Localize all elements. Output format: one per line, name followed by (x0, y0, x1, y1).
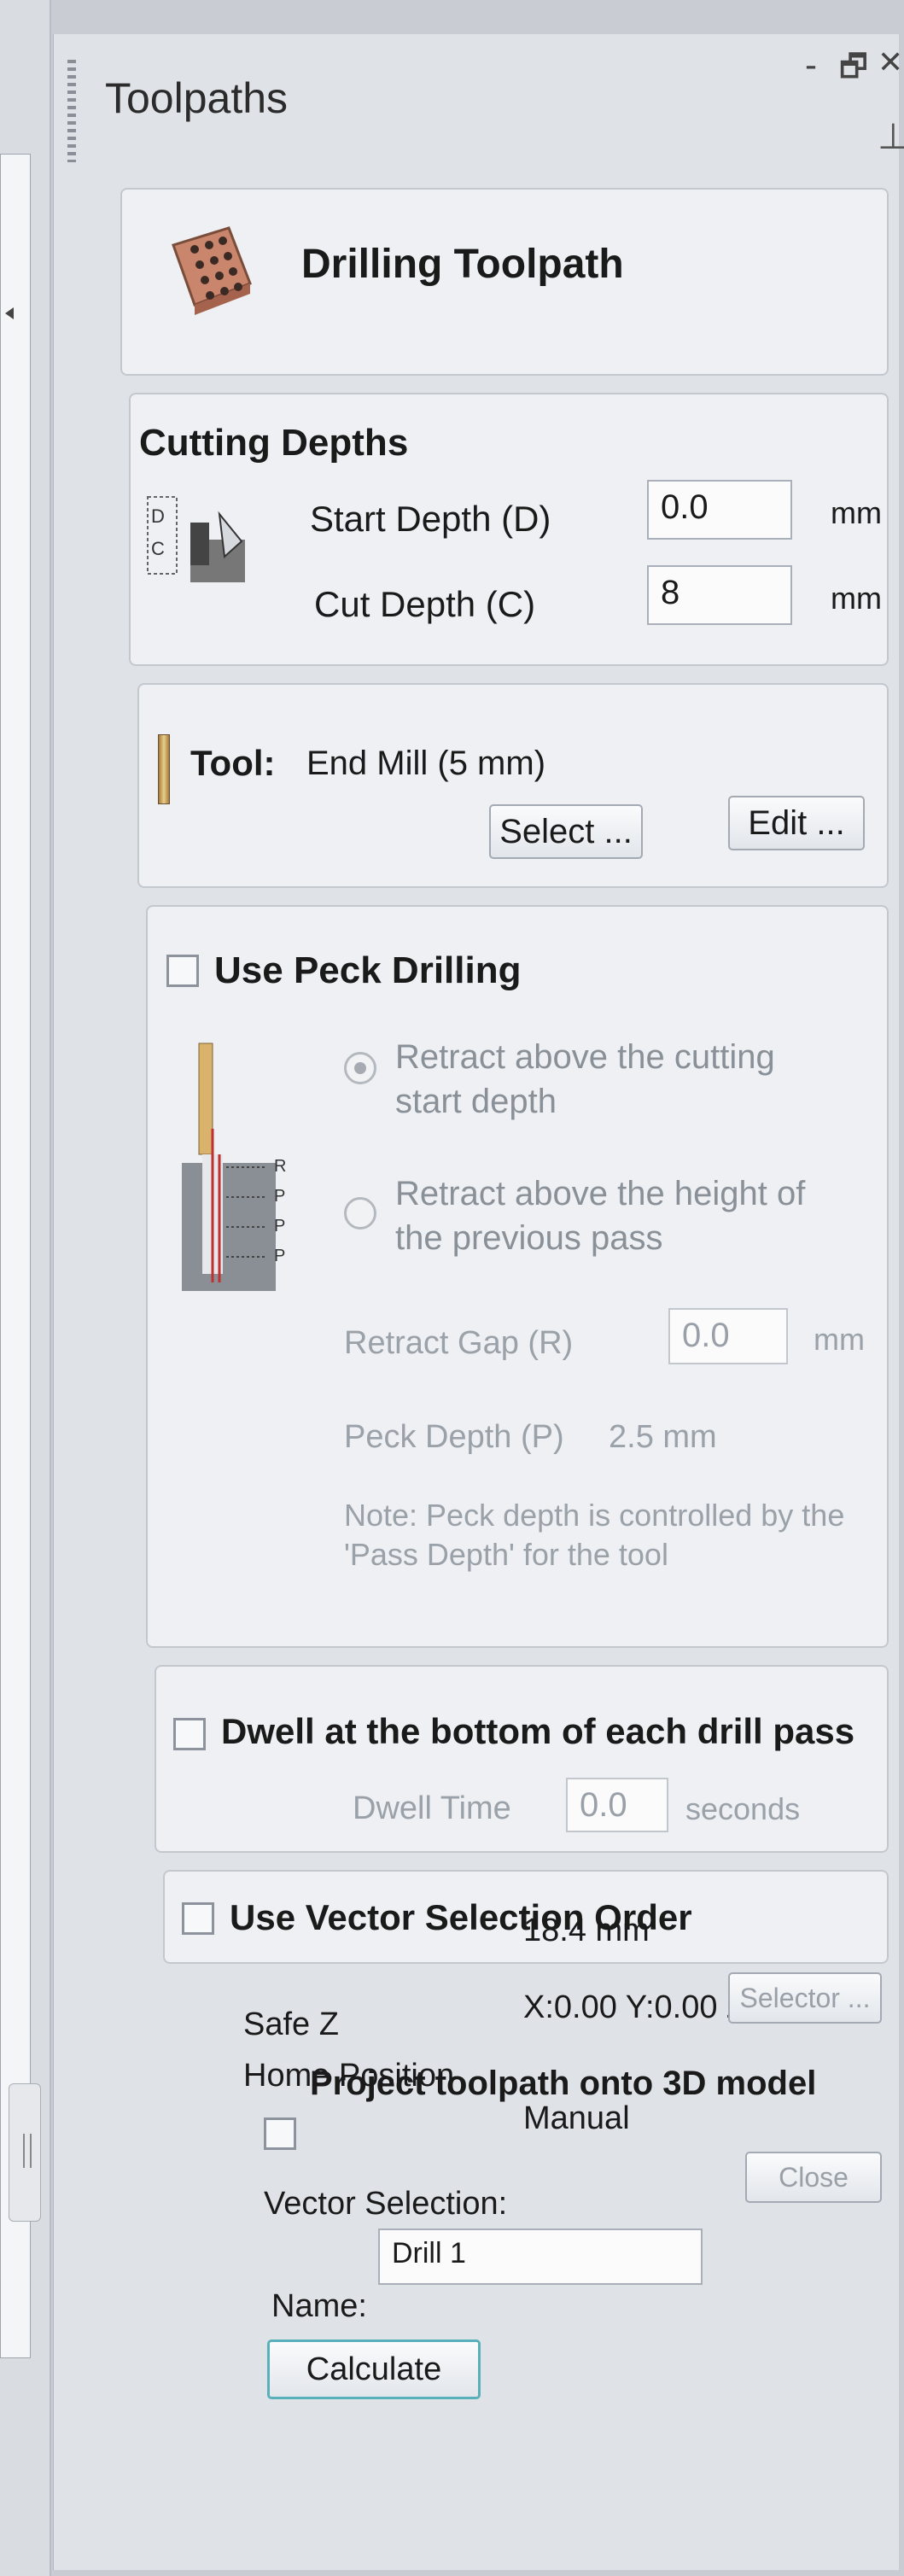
name-label: Name: (271, 2288, 367, 2324)
safe-z-value: 18.4 mm (523, 1913, 650, 1948)
expand-arrow-icon[interactable] (5, 307, 14, 319)
drill-block-icon (172, 226, 252, 315)
safe-z-label: Safe Z (243, 2006, 339, 2042)
dwell-card: Dwell at the bottom of each drill pass D… (155, 1665, 889, 1853)
toolpath-title: Drilling Toolpath (301, 242, 624, 287)
vector-selection-label: Vector Selection: (264, 2186, 508, 2222)
cut-depth-label: Cut Depth (C) (314, 584, 536, 624)
toolpaths-panel: Toolpaths - 🗗 ✕ ⊥ Drilling Toolpath Cutt… (53, 34, 904, 2570)
cut-depth-field[interactable]: 8 (647, 565, 792, 625)
dwell-time-unit: seconds (685, 1791, 801, 1826)
restore-icon[interactable]: 🗗 (839, 44, 868, 96)
close-window-icon[interactable]: ✕ (878, 44, 903, 80)
retract-gap-label: Retract Gap (R) (344, 1325, 574, 1361)
start-depth-field[interactable]: 0.0 (647, 480, 792, 540)
tool-card: Tool: End Mill (5 mm) Select ... Edit ..… (137, 683, 889, 888)
svg-text:R: R (274, 1157, 286, 1176)
toolpath-header-card: Drilling Toolpath (120, 188, 889, 376)
vector-order-checkbox[interactable] (182, 1902, 214, 1935)
panel-header: Toolpaths - 🗗 ✕ ⊥ (54, 34, 904, 162)
dwell-heading: Dwell at the bottom of each drill pass (221, 1711, 855, 1751)
svg-text:P: P (274, 1217, 285, 1235)
close-button[interactable]: Close (745, 2152, 882, 2203)
start-depth-label: Start Depth (D) (310, 499, 551, 539)
select-tool-button[interactable]: Select ... (489, 804, 643, 859)
drag-handle-icon[interactable] (67, 60, 76, 162)
dwell-time-label: Dwell Time (353, 1790, 511, 1826)
cutting-depths-card: Cutting Depths D C Start Depth (D) 0.0 m… (129, 393, 889, 666)
retract-gap-field[interactable]: 0.0 (668, 1308, 788, 1364)
depth-diagram-icon: D C (147, 496, 245, 582)
dwell-time-field[interactable]: 0.0 (566, 1778, 668, 1832)
retract-start-label: Retract above the cutting start depth (395, 1038, 775, 1120)
retract-start-radio[interactable] (344, 1052, 376, 1084)
cut-depth-unit: mm (831, 581, 882, 616)
name-field[interactable]: Drill 1 (378, 2228, 703, 2285)
svg-text:P: P (274, 1187, 285, 1206)
calculate-button[interactable]: Calculate (267, 2339, 481, 2399)
tool-bit-icon (158, 734, 170, 804)
left-panel-strip (0, 0, 51, 2576)
edit-tool-button[interactable]: Edit ... (728, 796, 865, 850)
svg-text:D: D (151, 505, 165, 527)
peck-depth-value: 2.5 mm (609, 1419, 717, 1455)
retract-previous-label: Retract above the height of the previous… (395, 1175, 806, 1257)
minimize-icon[interactable]: - (805, 44, 817, 85)
pin-icon[interactable]: ⊥ (878, 115, 904, 157)
project-3d-label: Project toolpath onto 3D model (310, 2065, 817, 2102)
panel-resize-grip[interactable] (9, 2083, 41, 2222)
panel-title: Toolpaths (105, 74, 289, 122)
retract-gap-unit: mm (814, 1322, 865, 1357)
retract-previous-radio[interactable] (344, 1197, 376, 1230)
svg-text:P: P (274, 1247, 285, 1265)
vector-selection-value: Manual (523, 2100, 630, 2136)
selector-button[interactable]: Selector ... (728, 1972, 882, 2024)
svg-text:C: C (151, 538, 165, 559)
start-depth-unit: mm (831, 495, 882, 530)
cutting-depths-heading: Cutting Depths (139, 422, 409, 464)
peck-diagram-icon: RPPP (182, 1043, 286, 1291)
tool-label: Tool: (190, 743, 276, 783)
peck-drilling-checkbox[interactable] (166, 955, 199, 987)
project-3d-checkbox[interactable] (264, 2117, 296, 2150)
peck-drilling-card: Use Peck Drilling RPPP Retract above the… (146, 905, 889, 1648)
dwell-checkbox[interactable] (173, 1718, 206, 1750)
left-panel-list (0, 154, 31, 2358)
peck-note: Note: Peck depth is controlled by the 'P… (344, 1498, 845, 1572)
tool-name: End Mill (5 mm) (306, 745, 546, 782)
peck-depth-label: Peck Depth (P) (344, 1419, 564, 1455)
peck-drilling-heading: Use Peck Drilling (214, 949, 522, 991)
